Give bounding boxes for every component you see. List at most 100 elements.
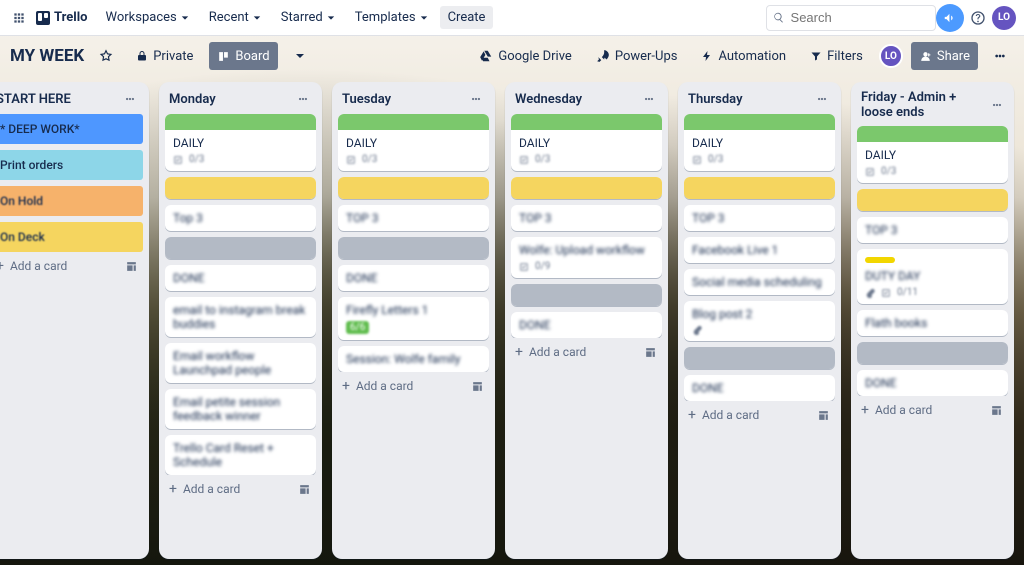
- add-card-button[interactable]: +Add a card: [505, 338, 668, 368]
- power-ups-button[interactable]: Power-Ups: [588, 42, 686, 70]
- card[interactable]: Print orders: [0, 150, 143, 180]
- nav-recent-button[interactable]: Recent: [201, 6, 269, 29]
- card[interactable]: [684, 347, 835, 369]
- card[interactable]: On Deck: [0, 222, 143, 252]
- star-board-button[interactable]: [92, 42, 120, 70]
- board-menu-button[interactable]: [986, 42, 1014, 70]
- card-title: Firefly Letters 1: [346, 303, 481, 317]
- card[interactable]: DAILY0/3: [338, 114, 489, 171]
- list-menu-button[interactable]: [467, 90, 485, 108]
- help-button[interactable]: [964, 4, 992, 32]
- cards-container: DAILY0/3 TOP 3 DUTY DAY0/11 Flath books DONE: [851, 126, 1014, 396]
- card[interactable]: DAILY0/3: [511, 114, 662, 171]
- card-cover: [857, 342, 1008, 364]
- list-title[interactable]: Thursday: [688, 92, 743, 107]
- nav-templates-button[interactable]: Templates: [347, 6, 436, 29]
- search-box[interactable]: [766, 5, 936, 31]
- nav-create-button[interactable]: Create: [440, 6, 494, 29]
- search-input[interactable]: [791, 10, 929, 25]
- card[interactable]: Email workflow Launchpad people: [165, 343, 316, 383]
- card[interactable]: [165, 177, 316, 199]
- card[interactable]: Social media scheduling: [684, 269, 835, 295]
- card[interactable]: [857, 189, 1008, 211]
- card[interactable]: DONE: [338, 265, 489, 291]
- card[interactable]: DAILY0/3: [857, 126, 1008, 183]
- view-switcher-button[interactable]: [286, 42, 314, 70]
- card[interactable]: Firefly Letters 16/6: [338, 297, 489, 340]
- card[interactable]: Top 3: [165, 205, 316, 231]
- app-switcher-button[interactable]: [8, 7, 30, 29]
- nav-workspaces-button[interactable]: Workspaces: [98, 6, 197, 29]
- list-header: Wednesday: [505, 82, 668, 114]
- card-template-button[interactable]: [123, 258, 139, 274]
- card[interactable]: Flath books: [857, 310, 1008, 336]
- google-drive-button[interactable]: Google Drive: [471, 42, 579, 70]
- add-card-button[interactable]: +Add a card: [851, 396, 1014, 426]
- card[interactable]: * DEEP WORK*: [0, 114, 143, 144]
- list-menu-button[interactable]: [640, 90, 658, 108]
- card[interactable]: DAILY0/3: [684, 114, 835, 171]
- card-template-button[interactable]: [815, 407, 831, 423]
- list: START HERE * DEEP WORK* Print orders On Hol…: [0, 82, 149, 559]
- nav-label: Create: [448, 10, 486, 25]
- trello-logo[interactable]: Trello: [36, 10, 88, 25]
- filters-button[interactable]: Filters: [802, 42, 871, 70]
- add-card-button[interactable]: +Add a card: [0, 252, 149, 282]
- list-title[interactable]: Friday - Admin + loose ends: [861, 90, 990, 120]
- card-template-button[interactable]: [642, 344, 658, 360]
- card[interactable]: TOP 3: [338, 205, 489, 231]
- trello-logo-icon: [36, 11, 50, 25]
- card[interactable]: DONE: [857, 370, 1008, 396]
- card[interactable]: Session: Wolfe family: [338, 346, 489, 372]
- card[interactable]: [338, 177, 489, 199]
- card[interactable]: DONE: [511, 312, 662, 338]
- card[interactable]: TOP 3: [857, 217, 1008, 243]
- board-title[interactable]: MY WEEK: [10, 46, 84, 66]
- visibility-button[interactable]: Private: [128, 42, 201, 70]
- checklist-badge: 0/3: [881, 166, 896, 177]
- list-menu-button[interactable]: [294, 90, 312, 108]
- card-template-button[interactable]: [988, 402, 1004, 418]
- card[interactable]: [338, 237, 489, 259]
- card[interactable]: On Hold: [0, 186, 143, 216]
- card[interactable]: [684, 177, 835, 199]
- share-button[interactable]: Share: [911, 42, 978, 70]
- nav-starred-button[interactable]: Starred: [273, 6, 343, 29]
- card[interactable]: Facebook Live 1: [684, 237, 835, 263]
- card[interactable]: DUTY DAY0/11: [857, 249, 1008, 304]
- card-template-button[interactable]: [469, 378, 485, 394]
- card[interactable]: [511, 284, 662, 306]
- add-card-button[interactable]: +Add a card: [159, 475, 322, 505]
- card-template-button[interactable]: [296, 481, 312, 497]
- card[interactable]: Wolfe: Upload workflow0/9: [511, 237, 662, 278]
- list-menu-button[interactable]: [813, 90, 831, 108]
- card[interactable]: TOP 3: [684, 205, 835, 231]
- card[interactable]: Trello Card Reset + Schedule: [165, 435, 316, 475]
- card[interactable]: [511, 177, 662, 199]
- card[interactable]: [857, 342, 1008, 364]
- list-title[interactable]: Monday: [169, 92, 216, 107]
- board-canvas[interactable]: START HERE * DEEP WORK* Print orders On Hol…: [0, 76, 1024, 565]
- card[interactable]: DONE: [684, 375, 835, 401]
- card[interactable]: TOP 3: [511, 205, 662, 231]
- card[interactable]: Blog post 2: [684, 301, 835, 341]
- list-title[interactable]: Tuesday: [342, 92, 391, 107]
- card[interactable]: [165, 237, 316, 259]
- user-avatar[interactable]: LO: [992, 6, 1016, 30]
- add-card-button[interactable]: +Add a card: [678, 401, 841, 431]
- board-view-button[interactable]: Board: [209, 42, 277, 70]
- list-title[interactable]: START HERE: [0, 92, 71, 107]
- card[interactable]: Email petite session feedback winner: [165, 389, 316, 429]
- board-bar: MY WEEK Private Board Google Drive Power…: [0, 36, 1024, 76]
- add-card-button[interactable]: +Add a card: [332, 372, 495, 402]
- card[interactable]: DAILY0/3: [165, 114, 316, 171]
- list-menu-button[interactable]: [990, 96, 1004, 114]
- card[interactable]: DONE: [165, 265, 316, 291]
- feedback-button[interactable]: [936, 4, 964, 32]
- automation-button[interactable]: Automation: [693, 42, 794, 70]
- nav-left: Trello Workspaces Recent Starred Templat…: [8, 6, 493, 29]
- list-menu-button[interactable]: [121, 90, 139, 108]
- list-title[interactable]: Wednesday: [515, 92, 582, 107]
- card[interactable]: email to instagram break buddies: [165, 297, 316, 337]
- board-member-avatar[interactable]: LO: [879, 44, 903, 68]
